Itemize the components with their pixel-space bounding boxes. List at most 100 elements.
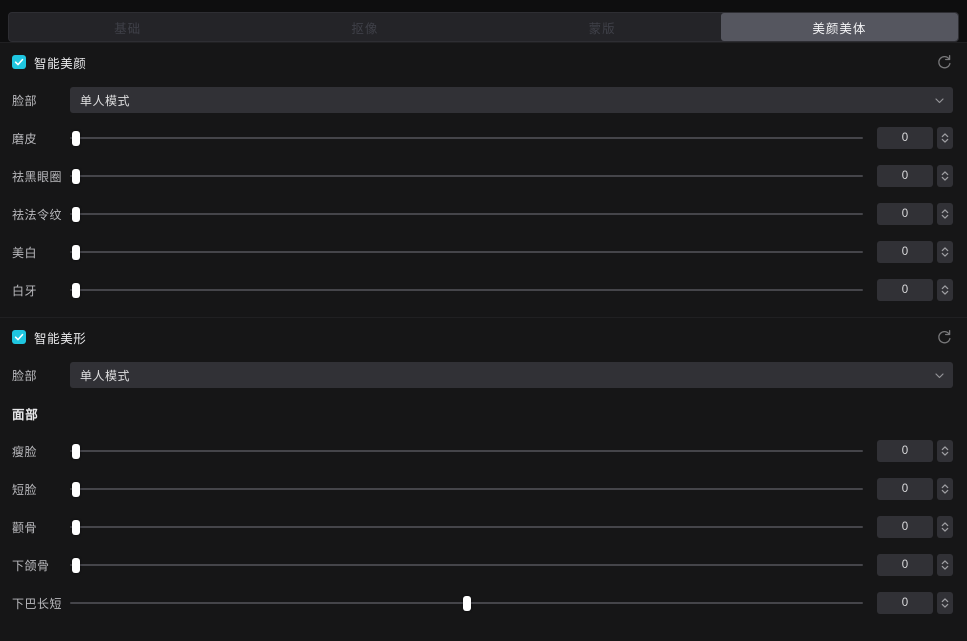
slider-whitening[interactable] <box>70 242 863 262</box>
smart-reshape-face-value: 单人模式 <box>80 368 131 383</box>
slider-label-mopi: 磨皮 <box>12 131 38 146</box>
slider-handle[interactable] <box>72 130 81 146</box>
check-icon <box>14 333 24 341</box>
slider-value-chin-length[interactable]: 0 <box>877 592 933 614</box>
stepper-dark-circles[interactable] <box>937 165 953 187</box>
smart-beauty-face-select[interactable]: 单人模式 <box>70 87 953 113</box>
stepper-mopi[interactable] <box>937 127 953 149</box>
check-icon <box>14 58 24 66</box>
stepper-jawbone[interactable] <box>937 554 953 576</box>
tab-bar: 基础 抠像 蒙版 美颜美体 <box>0 0 967 42</box>
stepper-updown-icon <box>941 598 949 608</box>
smart-reshape-face-label: 脸部 <box>12 368 38 383</box>
slider-label-cheekbone: 颧骨 <box>12 520 38 535</box>
tab-strip: 基础 抠像 蒙版 美颜美体 <box>8 12 959 42</box>
slider-row-short-face: 短脸 0 <box>0 470 967 508</box>
tab-basic-label: 基础 <box>114 21 142 36</box>
slider-handle[interactable] <box>72 557 81 573</box>
stepper-updown-icon <box>941 560 949 570</box>
tab-beauty-body[interactable]: 美颜美体 <box>720 13 958 41</box>
smart-beauty-face-value: 单人模式 <box>80 93 131 108</box>
stepper-updown-icon <box>941 522 949 532</box>
slider-handle[interactable] <box>72 443 81 459</box>
tab-mask-label: 蒙版 <box>588 21 616 36</box>
slider-row-dark-circles: 祛黑眼圈 0 <box>0 157 967 195</box>
slider-value-cheekbone[interactable]: 0 <box>877 516 933 538</box>
slider-label-slim-face: 瘦脸 <box>12 444 38 459</box>
stepper-updown-icon <box>941 446 949 456</box>
slider-row-slim-face: 瘦脸 0 <box>0 432 967 470</box>
stepper-slim-face[interactable] <box>937 440 953 462</box>
tab-keying-label: 抠像 <box>351 21 379 36</box>
slider-handle[interactable] <box>72 282 81 298</box>
stepper-short-face[interactable] <box>937 478 953 500</box>
slider-row-cheekbone: 颧骨 0 <box>0 508 967 546</box>
chevron-down-icon <box>934 95 945 106</box>
slider-track <box>70 526 863 528</box>
smart-reshape-face-select[interactable]: 单人模式 <box>70 362 953 388</box>
slider-cheekbone[interactable] <box>70 517 863 537</box>
slider-value-slim-face[interactable]: 0 <box>877 440 933 462</box>
beauty-panel: 基础 抠像 蒙版 美颜美体 智能美颜 脸部 单人模式 磨皮 0 祛黑眼圈 0 祛… <box>0 0 967 641</box>
slider-value-teeth-whitening[interactable]: 0 <box>877 279 933 301</box>
slider-row-jawbone: 下颌骨 0 <box>0 546 967 584</box>
stepper-updown-icon <box>941 209 949 219</box>
slider-label-whitening: 美白 <box>12 245 38 260</box>
slider-row-teeth-whitening: 白牙 0 <box>0 271 967 309</box>
stepper-teeth-whitening[interactable] <box>937 279 953 301</box>
slider-jawbone[interactable] <box>70 555 863 575</box>
slider-short-face[interactable] <box>70 479 863 499</box>
section-smart-beauty-header: 智能美颜 <box>0 43 967 81</box>
slider-handle[interactable] <box>72 168 81 184</box>
slider-chin-length[interactable] <box>70 593 863 613</box>
smart-beauty-title: 智能美颜 <box>34 56 87 71</box>
slider-slim-face[interactable] <box>70 441 863 461</box>
slider-track <box>70 450 863 452</box>
tab-keying[interactable]: 抠像 <box>246 13 483 41</box>
smart-reshape-group-header: 面部 <box>0 394 967 432</box>
slider-handle[interactable] <box>72 206 81 222</box>
slider-label-short-face: 短脸 <box>12 482 38 497</box>
slider-label-dark-circles: 祛黑眼圈 <box>12 169 63 184</box>
tab-mask[interactable]: 蒙版 <box>484 13 721 41</box>
tab-beauty-body-label: 美颜美体 <box>812 21 867 36</box>
smart-reshape-title: 智能美形 <box>34 331 87 346</box>
slider-row-chin-length: 下巴长短 0 <box>0 584 967 622</box>
slider-value-nasolabial[interactable]: 0 <box>877 203 933 225</box>
slider-value-mopi[interactable]: 0 <box>877 127 933 149</box>
smart-reshape-checkbox[interactable] <box>12 330 26 344</box>
slider-value-short-face[interactable]: 0 <box>877 478 933 500</box>
stepper-updown-icon <box>941 285 949 295</box>
slider-value-whitening[interactable]: 0 <box>877 241 933 263</box>
slider-label-chin-length: 下巴长短 <box>12 596 63 611</box>
smart-reshape-group-title: 面部 <box>12 407 39 422</box>
smart-beauty-checkbox[interactable] <box>12 55 26 69</box>
smart-reshape-face-row: 脸部 单人模式 <box>0 356 967 394</box>
stepper-whitening[interactable] <box>937 241 953 263</box>
stepper-cheekbone[interactable] <box>937 516 953 538</box>
tab-basic[interactable]: 基础 <box>9 13 246 41</box>
slider-teeth-whitening[interactable] <box>70 280 863 300</box>
slider-track <box>70 564 863 566</box>
slider-value-jawbone[interactable]: 0 <box>877 554 933 576</box>
slider-label-teeth-whitening: 白牙 <box>12 283 38 298</box>
slider-handle[interactable] <box>462 595 471 611</box>
slider-dark-circles[interactable] <box>70 166 863 186</box>
stepper-updown-icon <box>941 171 949 181</box>
slider-handle[interactable] <box>72 244 81 260</box>
smart-beauty-reset-icon[interactable] <box>935 53 953 71</box>
stepper-nasolabial[interactable] <box>937 203 953 225</box>
slider-value-dark-circles[interactable]: 0 <box>877 165 933 187</box>
slider-mopi[interactable] <box>70 128 863 148</box>
slider-nasolabial[interactable] <box>70 204 863 224</box>
slider-row-whitening: 美白 0 <box>0 233 967 271</box>
smart-beauty-face-label: 脸部 <box>12 93 38 108</box>
slider-handle[interactable] <box>72 481 81 497</box>
slider-track <box>70 137 863 139</box>
slider-track <box>70 289 863 291</box>
slider-track <box>70 175 863 177</box>
smart-reshape-reset-icon[interactable] <box>935 328 953 346</box>
stepper-chin-length[interactable] <box>937 592 953 614</box>
slider-handle[interactable] <box>72 519 81 535</box>
slider-row-nasolabial: 祛法令纹 0 <box>0 195 967 233</box>
